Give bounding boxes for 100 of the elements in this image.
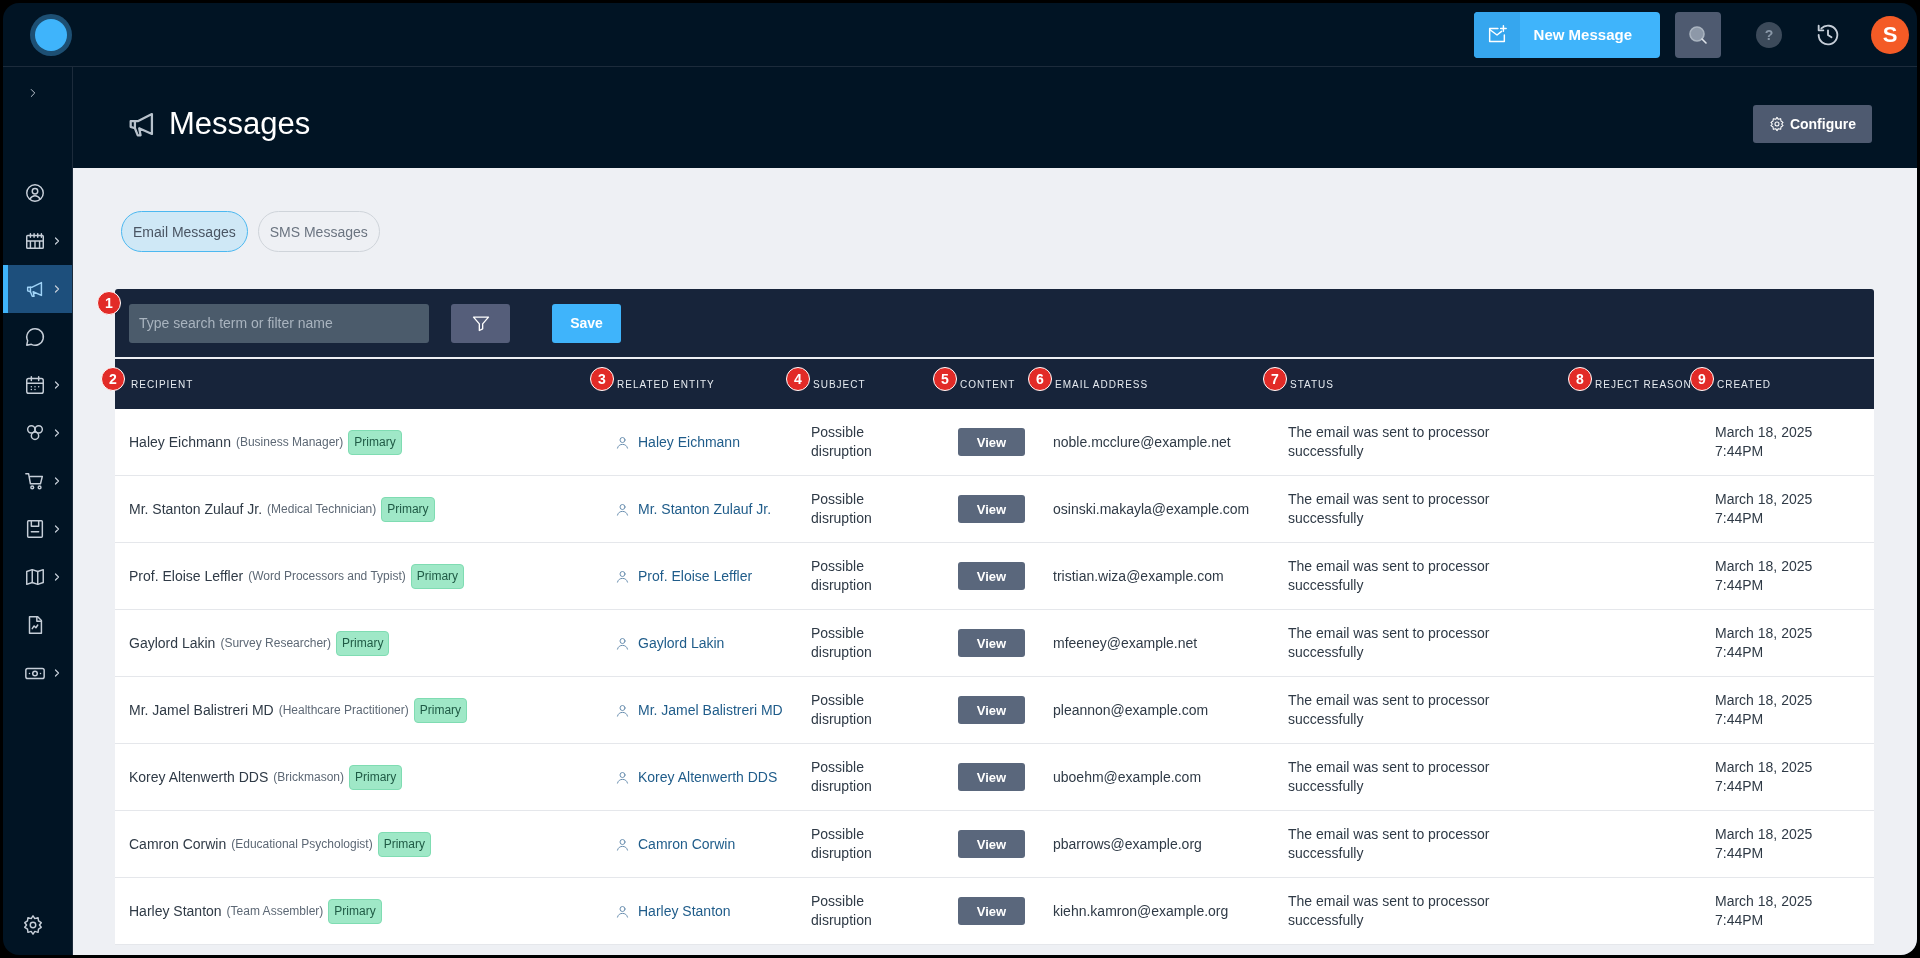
created-date: March 18, 2025 7:44PM bbox=[1715, 758, 1814, 796]
recipient-name: Mr. Jamel Balistreri MD bbox=[129, 700, 274, 720]
view-button[interactable]: View bbox=[958, 562, 1025, 590]
created-date: March 18, 2025 7:44PM bbox=[1715, 557, 1814, 595]
recipient-role: (Healthcare Practitioner) bbox=[278, 701, 409, 719]
recipient-name: Prof. Eloise Leffler bbox=[129, 566, 244, 586]
gear-icon bbox=[1768, 115, 1785, 132]
recipient-role: (Survey Researcher) bbox=[220, 634, 332, 652]
created-date: March 18, 2025 7:44PM bbox=[1715, 691, 1814, 729]
view-button[interactable]: View bbox=[958, 696, 1025, 724]
calendar-icon bbox=[24, 374, 46, 396]
primary-badge: Primary bbox=[381, 496, 435, 522]
help-button[interactable]: ? bbox=[1756, 21, 1782, 48]
person-icon bbox=[615, 903, 630, 919]
primary-badge: Primary bbox=[336, 630, 390, 656]
recipient-name: Korey Altenwerth DDS bbox=[129, 767, 269, 787]
recipient-role: (Word Processors and Typist) bbox=[248, 567, 406, 585]
column-header: REJECT REASON bbox=[1595, 378, 1692, 390]
email-address: kiehn.kamron@example.org bbox=[1053, 901, 1229, 921]
created-date: March 18, 2025 7:44PM bbox=[1715, 624, 1814, 662]
recipient-role: (Brickmason) bbox=[273, 768, 344, 786]
app-logo[interactable] bbox=[30, 13, 72, 56]
recipient-name: Haley Eichmann bbox=[129, 432, 231, 452]
related-entity-link[interactable]: Harley Stanton bbox=[638, 901, 731, 921]
annotation-marker: 7 bbox=[1263, 366, 1287, 391]
map-icon bbox=[24, 566, 46, 588]
view-button[interactable]: View bbox=[958, 897, 1025, 925]
related-entity-link[interactable]: Gaylord Lakin bbox=[638, 633, 725, 653]
recipient-name: Mr. Stanton Zulauf Jr. bbox=[129, 499, 263, 519]
page-title: Messages bbox=[169, 105, 311, 142]
column-header: RECIPIENT bbox=[131, 378, 194, 390]
annotation-marker: 6 bbox=[1028, 366, 1052, 391]
status-text: The email was sent to processor successfully bbox=[1288, 691, 1491, 729]
view-button[interactable]: View bbox=[958, 428, 1025, 456]
primary-badge: Primary bbox=[328, 898, 382, 924]
email-address: osinski.makayla@example.com bbox=[1053, 499, 1250, 519]
recipient-role: (Business Manager) bbox=[235, 433, 344, 451]
annotation-marker: 2 bbox=[101, 366, 125, 391]
created-date: March 18, 2025 7:44PM bbox=[1715, 892, 1814, 930]
primary-badge: Primary bbox=[410, 563, 465, 589]
email-address: uboehm@example.com bbox=[1053, 767, 1202, 787]
tab[interactable]: Email Messages bbox=[121, 211, 248, 252]
recipient-name: Harley Stanton bbox=[129, 901, 222, 921]
person-icon bbox=[615, 434, 630, 450]
related-entity-link[interactable]: Camron Corwin bbox=[638, 834, 736, 854]
recipient-role: (Educational Psychologist) bbox=[231, 835, 373, 853]
shopping-cart-icon bbox=[24, 470, 46, 492]
status-text: The email was sent to processor successfully bbox=[1288, 490, 1491, 528]
view-button[interactable]: View bbox=[958, 495, 1025, 523]
view-button[interactable]: View bbox=[958, 830, 1025, 858]
view-button[interactable]: View bbox=[958, 763, 1025, 791]
user-circle-icon bbox=[24, 182, 46, 204]
subject-text: Possible disruption bbox=[811, 691, 873, 729]
primary-badge: Primary bbox=[348, 429, 402, 455]
column-header: RELATED ENTITY bbox=[617, 378, 715, 390]
column-header: CREATED bbox=[1717, 378, 1772, 390]
view-button[interactable]: View bbox=[958, 629, 1025, 657]
status-text: The email was sent to processor successfully bbox=[1288, 825, 1491, 863]
email-address: pbarrows@example.org bbox=[1053, 834, 1202, 854]
person-icon bbox=[615, 635, 630, 651]
subject-text: Possible disruption bbox=[811, 557, 873, 595]
status-text: The email was sent to processor successfully bbox=[1288, 758, 1491, 796]
subject-text: Possible disruption bbox=[811, 423, 873, 461]
related-entity-link[interactable]: Haley Eichmann bbox=[638, 432, 740, 452]
person-icon bbox=[615, 836, 630, 852]
email-address: pleannon@example.com bbox=[1053, 700, 1209, 720]
annotation-marker: 8 bbox=[1568, 366, 1592, 391]
annotation-marker: 1 bbox=[97, 291, 121, 315]
subject-text: Possible disruption bbox=[811, 758, 873, 796]
column-header: SUBJECT bbox=[813, 378, 866, 390]
related-entity-link[interactable]: Mr. Jamel Balistreri MD bbox=[638, 700, 783, 720]
annotation-marker: 3 bbox=[590, 366, 614, 391]
recipient-name: Gaylord Lakin bbox=[129, 633, 216, 653]
subject-text: Possible disruption bbox=[811, 825, 873, 863]
created-date: March 18, 2025 7:44PM bbox=[1715, 825, 1814, 863]
ruler-grid-icon bbox=[24, 230, 46, 252]
annotation-marker: 4 bbox=[786, 366, 810, 391]
related-entity-link[interactable]: Prof. Eloise Leffler bbox=[638, 566, 753, 586]
configure-button[interactable]: Configure bbox=[1752, 104, 1872, 143]
email-address: mfeeney@example.net bbox=[1053, 633, 1198, 653]
email-address: noble.mcclure@example.net bbox=[1053, 432, 1231, 452]
column-header: STATUS bbox=[1290, 378, 1334, 390]
primary-badge: Primary bbox=[349, 764, 403, 790]
search-field[interactable]: Type search term or filter name bbox=[129, 303, 429, 343]
status-text: The email was sent to processor successfully bbox=[1288, 624, 1491, 662]
settings-icon[interactable] bbox=[22, 914, 44, 936]
person-icon bbox=[615, 501, 630, 517]
filter-button[interactable] bbox=[451, 303, 510, 343]
related-entity-link[interactable]: Mr. Stanton Zulauf Jr. bbox=[638, 499, 772, 519]
primary-badge: Primary bbox=[413, 697, 468, 723]
status-text: The email was sent to processor successfully bbox=[1288, 557, 1491, 595]
user-avatar[interactable]: S bbox=[1871, 15, 1909, 54]
email-address: tristian.wiza@example.com bbox=[1053, 566, 1224, 586]
column-header: CONTENT bbox=[960, 378, 1016, 390]
person-icon bbox=[615, 702, 630, 718]
subject-text: Possible disruption bbox=[811, 624, 873, 662]
related-entity-link[interactable]: Korey Altenwerth DDS bbox=[638, 767, 778, 787]
tab[interactable]: SMS Messages bbox=[257, 211, 380, 252]
recipient-role: (Medical Technician) bbox=[267, 500, 377, 518]
search-button[interactable] bbox=[1675, 11, 1721, 58]
